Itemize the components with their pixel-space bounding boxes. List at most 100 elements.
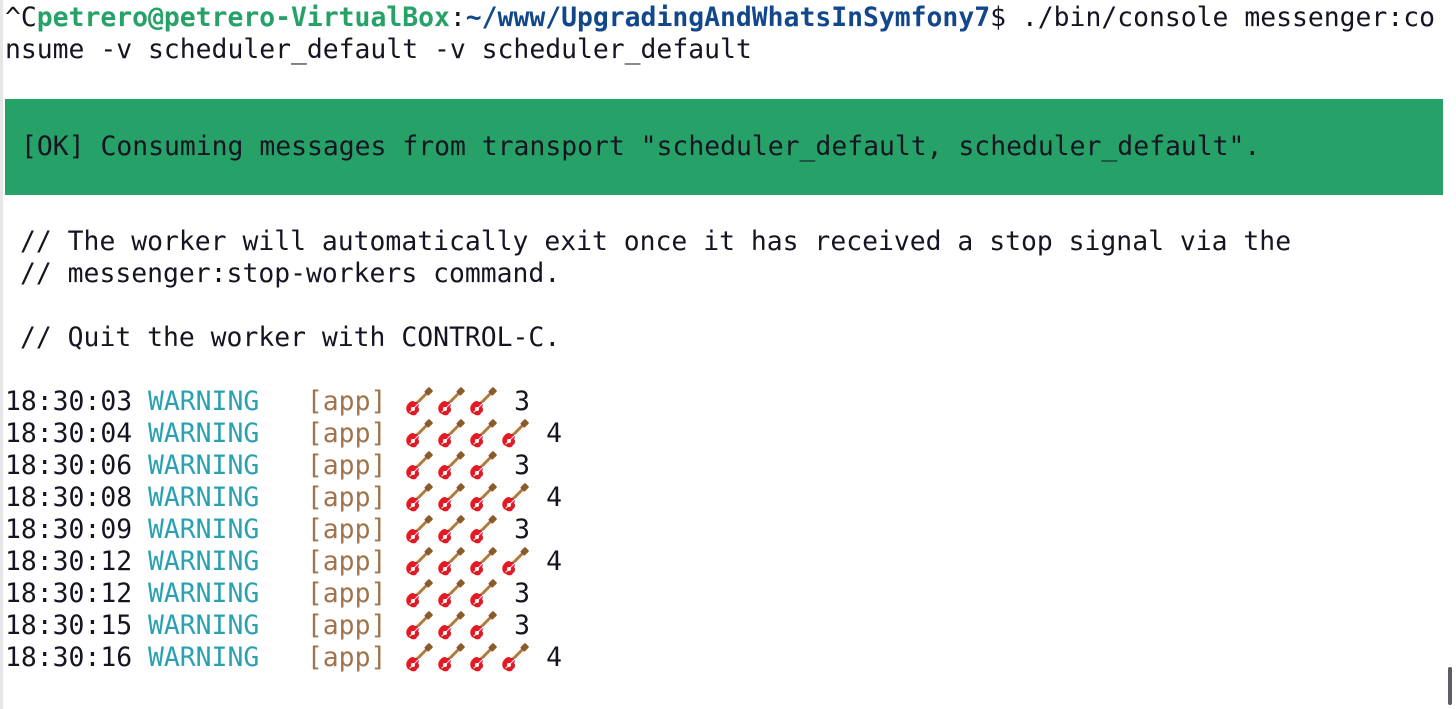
log-entry: 18:30:12 WARNING [app] 3 [5,578,530,610]
guitar-group [402,482,530,514]
log-channel: [app] [306,546,387,577]
log-channel: [app] [306,386,387,417]
guitar-icon [466,610,498,642]
note-line: // The worker will automatically exit on… [20,226,1292,257]
guitar-icon [498,418,530,450]
guitar-icon [402,642,434,674]
guitar-icon [434,450,466,482]
guitar-icon [466,578,498,610]
log-timestamp: 18:30:06 [5,450,133,481]
guitar-icon [498,546,530,578]
log-count: 4 [546,642,563,673]
log-timestamp: 18:30:12 [5,546,133,577]
log-level: WARNING [148,514,260,545]
guitar-icon [434,642,466,674]
log-count: 4 [546,482,563,513]
log-count: 3 [514,610,531,641]
log-timestamp: 18:30:15 [5,610,133,641]
log-entry: 18:30:12 WARNING [app] 4 [5,546,562,578]
log-timestamp: 18:30:09 [5,514,133,545]
guitar-icon [402,418,434,450]
guitar-icon [466,546,498,578]
guitar-icon [402,610,434,642]
guitar-icon [466,642,498,674]
log-timestamp: 18:30:12 [5,578,133,609]
log-level: WARNING [148,610,260,641]
log-level: WARNING [148,578,260,609]
guitar-icon [434,546,466,578]
ok-message: [OK] Consuming messages from transport "… [21,131,1261,162]
log-timestamp: 18:30:16 [5,642,133,673]
log-entry: 18:30:08 WARNING [app] 4 [5,482,562,514]
guitar-group [402,546,530,578]
note-line: // Quit the worker with CONTROL-C. [20,322,561,353]
window-edge [0,0,3,709]
log-level: WARNING [148,642,260,673]
log-timestamp: 18:30:03 [5,386,133,417]
guitar-icon [402,578,434,610]
guitar-icon [498,642,530,674]
log-level: WARNING [148,386,260,417]
log-entry: 18:30:16 WARNING [app] 4 [5,642,562,674]
log-level: WARNING [148,450,260,481]
guitar-icon [402,482,434,514]
guitar-icon [466,482,498,514]
guitar-icon [402,546,434,578]
guitar-icon [434,610,466,642]
log-timestamp: 18:30:04 [5,418,133,449]
log-channel: [app] [306,450,387,481]
command-text: ./bin/console messenger:co [1006,2,1435,33]
guitar-icon [402,450,434,482]
log-count: 3 [514,386,531,417]
guitar-icon [498,482,530,514]
log-count: 4 [546,546,563,577]
guitar-icon [434,386,466,418]
guitar-icon [434,482,466,514]
prompt-user-host: petrero@petrero-VirtualBox [36,2,450,33]
guitar-group [402,514,498,546]
log-entry: 18:30:03 WARNING [app] 3 [5,386,530,418]
command-continuation: nsume -v scheduler_default -v scheduler_… [5,34,752,65]
guitar-group [402,450,498,482]
log-channel: [app] [306,514,387,545]
scrollbar[interactable] [1446,0,1456,709]
guitar-icon [466,418,498,450]
prompt-separator: : [449,2,466,33]
guitar-group [402,642,530,674]
log-count: 3 [514,514,531,545]
log-level: WARNING [148,482,260,513]
guitar-icon [466,386,498,418]
prompt-symbol: $ [990,2,1006,33]
prompt-line: ^Cpetrero@petrero-VirtualBox:~/www/Upgra… [5,2,1435,34]
log-count: 4 [546,418,563,449]
log-channel: [app] [306,642,387,673]
guitar-group [402,578,498,610]
interrupt-marker: ^C [5,2,37,33]
log-entry: 18:30:04 WARNING [app] 4 [5,418,562,450]
ok-banner: [OK] Consuming messages from transport "… [5,99,1443,195]
guitar-icon [466,450,498,482]
log-count: 3 [514,578,531,609]
log-level: WARNING [148,418,260,449]
guitar-icon [434,418,466,450]
log-level: WARNING [148,546,260,577]
guitar-group [402,386,498,418]
log-channel: [app] [306,482,387,513]
guitar-group [402,418,530,450]
prompt-path: ~/www/UpgradingAndWhatsInSymfony7 [465,2,991,33]
log-count: 3 [514,450,531,481]
log-entry: 18:30:06 WARNING [app] 3 [5,450,530,482]
guitar-icon [402,514,434,546]
log-timestamp: 18:30:08 [5,482,133,513]
guitar-group [402,610,498,642]
log-entry: 18:30:15 WARNING [app] 3 [5,610,530,642]
terminal-window[interactable]: ^Cpetrero@petrero-VirtualBox:~/www/Upgra… [0,0,1456,709]
log-channel: [app] [306,418,387,449]
guitar-icon [434,578,466,610]
scrollbar-thumb[interactable] [1448,667,1452,705]
guitar-icon [434,514,466,546]
log-channel: [app] [306,610,387,641]
log-entry: 18:30:09 WARNING [app] 3 [5,514,530,546]
note-line: // messenger:stop-workers command. [20,258,561,289]
guitar-icon [466,514,498,546]
